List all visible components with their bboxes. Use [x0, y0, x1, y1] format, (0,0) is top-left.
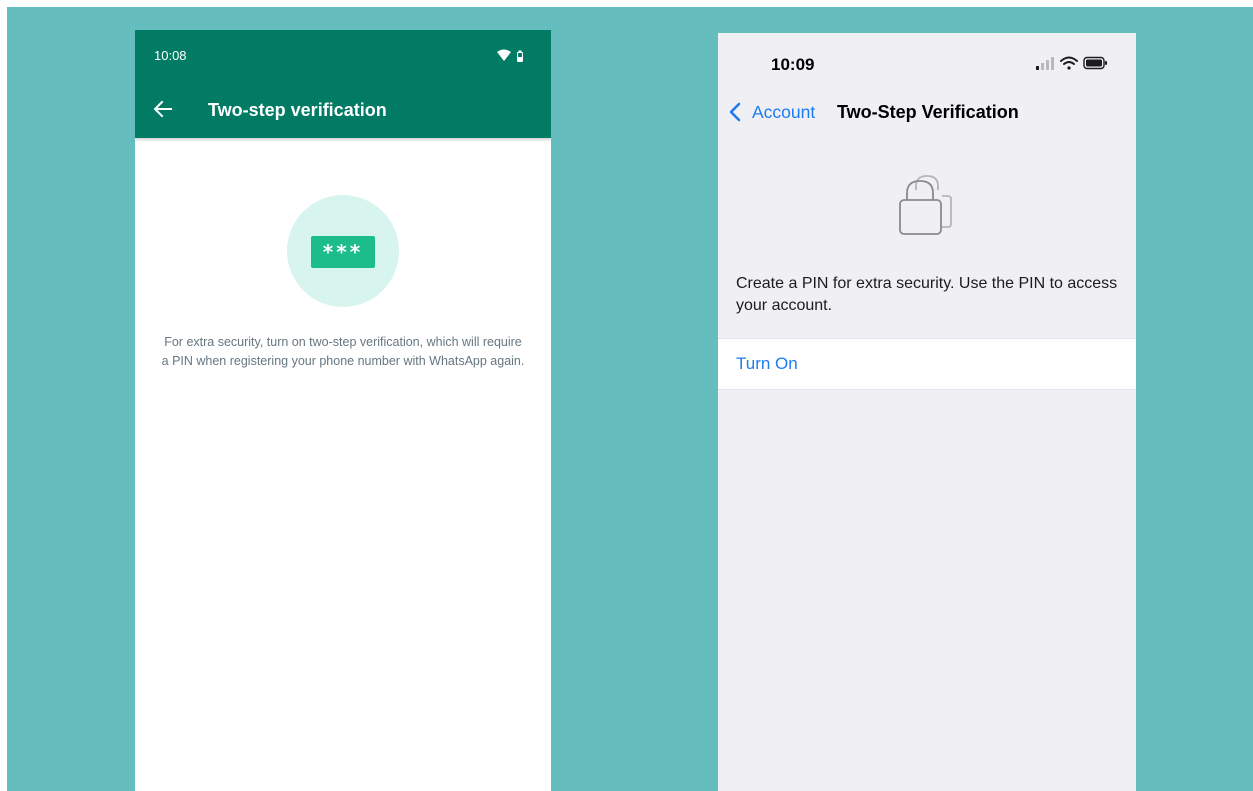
turn-on-label: Turn On: [736, 354, 798, 373]
lock-icon: [899, 175, 952, 235]
description-text: For extra security, turn on two-step ver…: [161, 335, 525, 368]
description-text: Create a PIN for extra security. Use the…: [736, 275, 1118, 314]
status-icons: [1036, 56, 1107, 70]
wifi-icon: [497, 49, 511, 61]
turn-on-button[interactable]: Turn On: [718, 338, 1136, 390]
android-screen: 10:08 Two-step verification *** For extr…: [135, 30, 551, 791]
android-status-bar: 10:08: [135, 30, 551, 80]
page-title: Two-step verification: [208, 100, 387, 120]
pin-illustration: ***: [287, 195, 399, 307]
signal-icon: [1036, 57, 1054, 70]
back-button[interactable]: Account: [728, 100, 815, 124]
ios-screen: 10:09 Account Two-Step Verification Crea…: [718, 33, 1136, 791]
chevron-left-icon: [729, 102, 741, 122]
arrow-left-icon[interactable]: [153, 100, 173, 118]
status-icons: [497, 49, 523, 62]
status-time: 10:08: [154, 48, 187, 63]
page-title: Two-Step Verification: [837, 102, 1019, 122]
battery-icon: [1083, 56, 1107, 70]
pin-box: ***: [311, 236, 375, 268]
wifi-icon: [1060, 56, 1078, 70]
back-button-label: Account: [752, 101, 816, 122]
android-app-bar: Two-step verification: [135, 80, 551, 138]
battery-icon: [517, 50, 523, 62]
status-time: 10:09: [771, 55, 815, 74]
